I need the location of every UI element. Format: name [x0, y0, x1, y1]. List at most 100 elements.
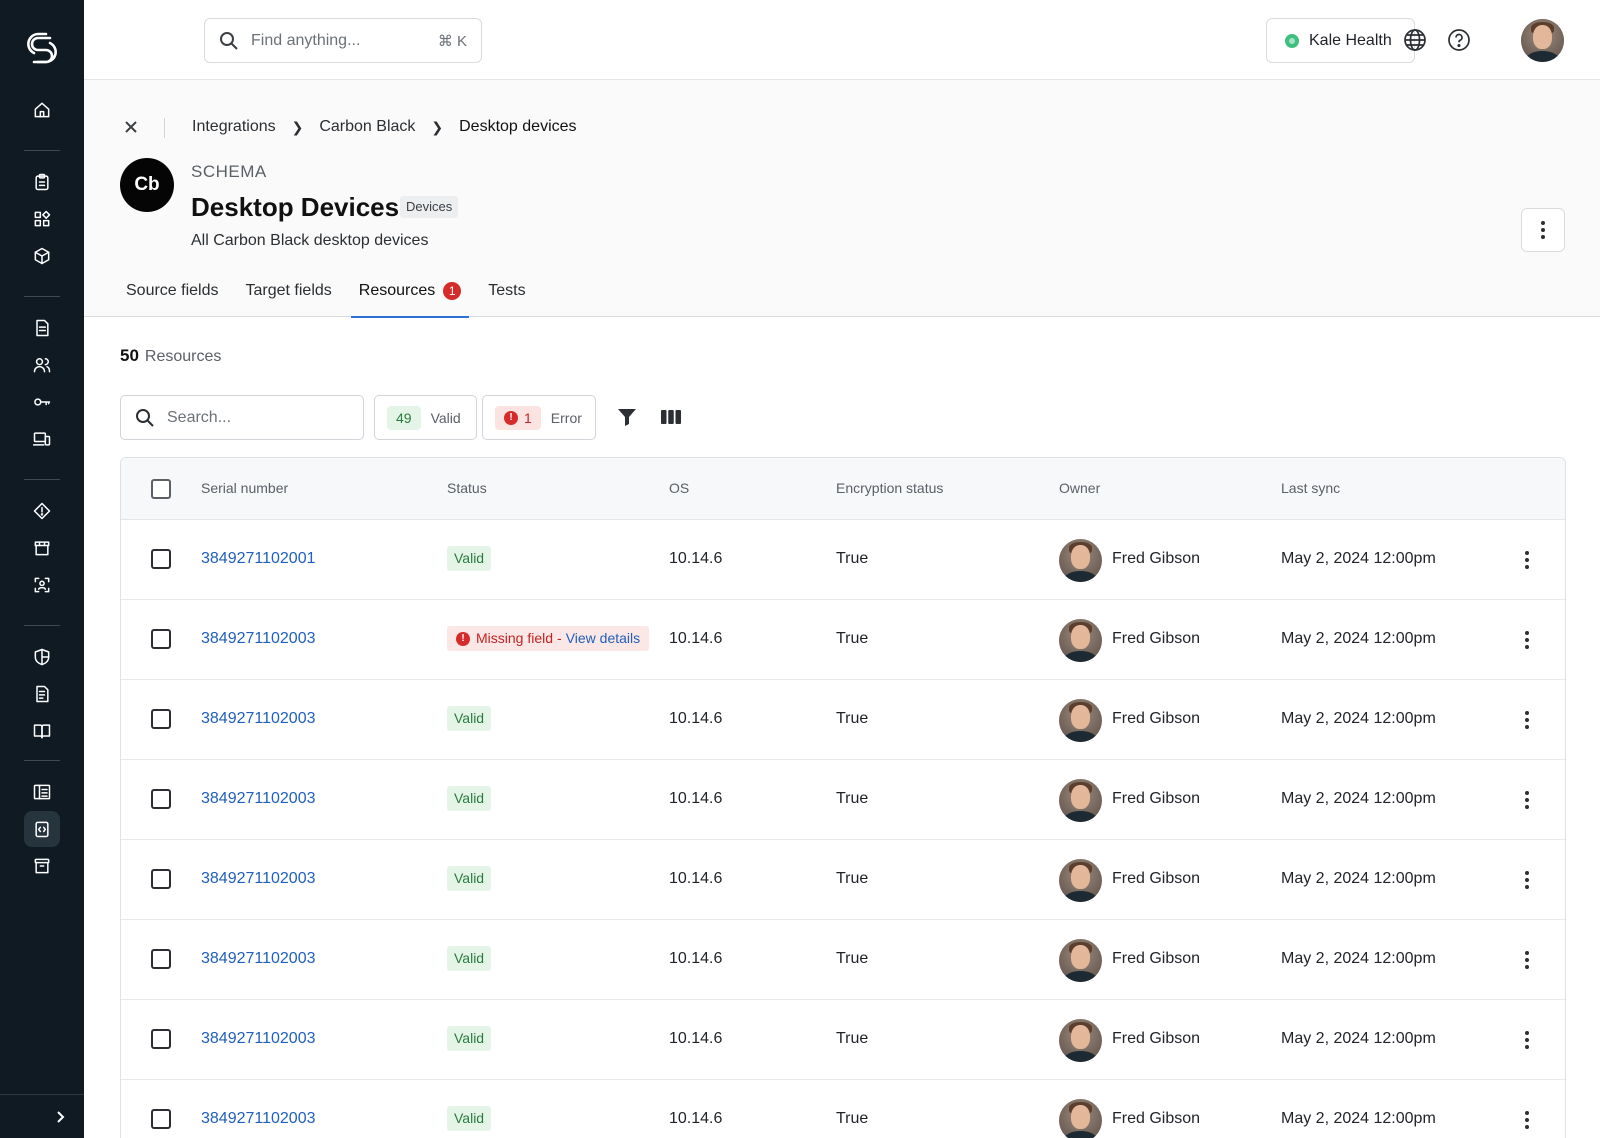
table-row[interactable]: 3849271102003 ! Missing field - View detail… [121, 600, 1565, 680]
kebab-icon [1525, 1031, 1529, 1049]
row-checkbox[interactable] [151, 629, 171, 649]
columns-icon[interactable] [660, 406, 682, 428]
user-avatar[interactable] [1521, 19, 1564, 62]
archive-icon[interactable] [24, 848, 60, 884]
integration-logo: Cb [120, 158, 174, 212]
breadcrumb-carbon-black[interactable]: Carbon Black [319, 118, 415, 136]
row-actions-button[interactable] [1521, 791, 1533, 809]
tab-resources[interactable]: Resources 1 [350, 270, 470, 318]
table-row[interactable]: 3849271102003 Valid 10.14.6 True Fred Gi… [121, 840, 1565, 920]
home-icon[interactable] [24, 92, 60, 128]
os-version: 10.14.6 [669, 790, 723, 807]
close-icon[interactable] [124, 120, 138, 134]
serial-number-link[interactable]: 3849271102003 [201, 790, 316, 808]
serial-number-link[interactable]: 3849271102003 [201, 950, 316, 968]
column-header-os[interactable]: OS [669, 480, 689, 496]
row-actions-button[interactable] [1521, 951, 1533, 969]
row-checkbox[interactable] [151, 789, 171, 809]
last-sync: May 2, 2024 12:00pm [1281, 710, 1436, 727]
store-icon[interactable] [24, 530, 60, 566]
column-header-status[interactable]: Status [447, 480, 487, 496]
row-actions-button[interactable] [1521, 551, 1533, 569]
owner-name: Fred Gibson [1112, 950, 1201, 967]
os-version: 10.14.6 [669, 630, 723, 647]
tab-target-fields[interactable]: Target fields [238, 270, 340, 317]
search-icon [220, 31, 238, 50]
key-icon[interactable] [24, 384, 60, 420]
table-row[interactable]: 3849271102001 Valid 10.14.6 True Fred Gi… [121, 520, 1565, 600]
error-filter-chip[interactable]: ! 1 Error [482, 395, 596, 440]
filter-icon[interactable] [616, 406, 638, 428]
owner-avatar [1059, 939, 1102, 982]
serial-number-link[interactable]: 3849271102001 [201, 550, 316, 568]
row-checkbox[interactable] [151, 1109, 171, 1129]
table-row[interactable]: 3849271102003 Valid 10.14.6 True Fred Gi… [121, 920, 1565, 1000]
owner-name: Fred Gibson [1112, 790, 1201, 807]
global-search-placeholder: Find anything... [251, 31, 361, 49]
serial-number-link[interactable]: 3849271102003 [201, 870, 316, 888]
column-header-owner[interactable]: Owner [1059, 480, 1100, 496]
row-checkbox[interactable] [151, 549, 171, 569]
row-actions-button[interactable] [1521, 1031, 1533, 1049]
policy-icon[interactable] [24, 676, 60, 712]
document-icon[interactable] [24, 310, 60, 346]
kebab-icon [1525, 951, 1529, 969]
row-checkbox[interactable] [151, 709, 171, 729]
column-header-serial[interactable]: Serial number [201, 480, 288, 496]
more-options-button[interactable] [1521, 208, 1565, 252]
users-icon[interactable] [24, 347, 60, 383]
scan-icon[interactable] [24, 567, 60, 603]
code-icon[interactable] [24, 811, 60, 847]
row-checkbox[interactable] [151, 949, 171, 969]
valid-filter-chip[interactable]: 49 Valid [374, 395, 477, 440]
tab-source-fields[interactable]: Source fields [118, 270, 227, 317]
last-sync: May 2, 2024 12:00pm [1281, 870, 1436, 887]
serial-number-link[interactable]: 3849271102003 [201, 1110, 316, 1128]
book-icon[interactable] [24, 713, 60, 749]
serial-number-link[interactable]: 3849271102003 [201, 630, 316, 648]
org-logo-icon [1285, 33, 1299, 48]
row-checkbox[interactable] [151, 1029, 171, 1049]
row-actions-button[interactable] [1521, 1111, 1533, 1129]
row-actions-button[interactable] [1521, 631, 1533, 649]
row-checkbox[interactable] [151, 869, 171, 889]
globe-icon[interactable] [1402, 27, 1428, 53]
error-label: Error [550, 409, 582, 426]
sidebar-expand-button[interactable] [0, 1094, 84, 1138]
encryption-status: True [836, 630, 869, 647]
org-switcher-button[interactable]: Kale Health [1266, 18, 1415, 63]
column-header-last-sync[interactable]: Last sync [1281, 480, 1340, 496]
owner-avatar [1059, 619, 1102, 662]
schema-type-badge: Devices [400, 196, 459, 218]
status-badge-error: ! Missing field - View details [447, 626, 650, 651]
column-header-encryption[interactable]: Encryption status [836, 480, 943, 496]
box-icon[interactable] [24, 238, 60, 274]
breadcrumb-desktop-devices: Desktop devices [459, 118, 577, 135]
row-actions-button[interactable] [1521, 871, 1533, 889]
select-all-checkbox[interactable] [151, 479, 171, 499]
apps-icon[interactable] [24, 201, 60, 237]
table-row[interactable]: 3849271102003 Valid 10.14.6 True Fred Gi… [121, 680, 1565, 760]
list-icon[interactable] [24, 774, 60, 810]
serial-number-link[interactable]: 3849271102003 [201, 1030, 316, 1048]
sidebar-divider [24, 760, 60, 761]
devices-icon[interactable] [24, 421, 60, 457]
encryption-status: True [836, 790, 869, 807]
resource-search-input[interactable]: Search... [120, 395, 364, 440]
tab-tests[interactable]: Tests [480, 270, 533, 317]
global-search-input[interactable]: Find anything... ⌘ K [204, 18, 482, 63]
clipboard-icon[interactable] [24, 164, 60, 200]
owner-avatar [1059, 859, 1102, 902]
serial-number-link[interactable]: 3849271102003 [201, 710, 316, 728]
table-row[interactable]: 3849271102003 Valid 10.14.6 True Fred Gi… [121, 1080, 1565, 1138]
tag-icon[interactable] [24, 493, 60, 529]
table-row[interactable]: 3849271102003 Valid 10.14.6 True Fred Gi… [121, 1000, 1565, 1080]
breadcrumb-integrations[interactable]: Integrations [192, 118, 276, 136]
shield-icon[interactable] [24, 639, 60, 675]
view-details-link[interactable]: View details [566, 626, 640, 651]
table-row[interactable]: 3849271102003 Valid 10.14.6 True Fred Gi… [121, 760, 1565, 840]
help-icon[interactable] [1446, 27, 1472, 53]
app-logo-icon[interactable] [26, 32, 58, 64]
row-actions-button[interactable] [1521, 711, 1533, 729]
encryption-status: True [836, 710, 869, 727]
